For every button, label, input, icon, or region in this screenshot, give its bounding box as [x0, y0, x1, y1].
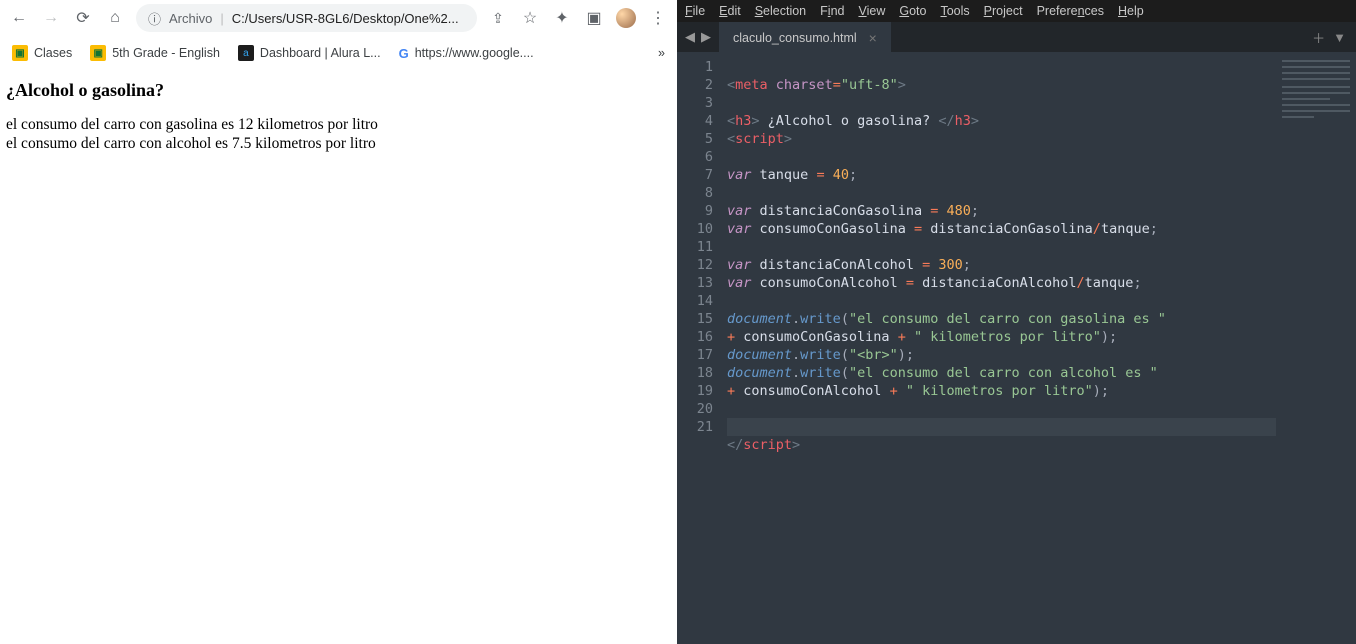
google-icon: G — [399, 46, 409, 61]
page-line-1: el consumo del carro con gasolina es 12 … — [6, 115, 671, 134]
bookmark-label: Dashboard | Alura L... — [260, 46, 381, 60]
classroom-icon — [90, 45, 106, 61]
code-editor: File Edit Selection Find View Goto Tools… — [677, 0, 1356, 644]
tab-back-icon[interactable]: ◀ — [685, 29, 695, 45]
menu-preferences[interactable]: Preferences — [1037, 4, 1104, 18]
editor-body[interactable]: 123456789101112131415161718192021 <meta … — [677, 52, 1356, 644]
address-label: Archivo — [169, 11, 212, 26]
bookmarks-overflow[interactable]: » — [658, 46, 665, 60]
editor-menubar: File Edit Selection Find View Goto Tools… — [677, 0, 1356, 22]
address-bar[interactable]: ⓘ Archivo | C:/Users/USR-8GL6/Desktop/On… — [136, 4, 477, 32]
code-area[interactable]: <meta charset="uft-8"> <h3> ¿Alcohol o g… — [723, 52, 1276, 644]
bookmark-google[interactable]: G https://www.google.... — [399, 46, 534, 61]
bookmark-alura[interactable]: Dashboard | Alura L... — [238, 45, 381, 61]
editor-tabrow: ◀ ▶ claculo_consumo.html × ＋ ▼ — [677, 22, 1356, 52]
avatar-icon[interactable] — [615, 7, 637, 29]
line-gutter: 123456789101112131415161718192021 — [677, 52, 723, 644]
menu-view[interactable]: View — [858, 4, 885, 18]
close-icon[interactable]: × — [869, 30, 877, 46]
page-heading: ¿Alcohol o gasolina? — [6, 80, 671, 101]
page-content: ¿Alcohol o gasolina? el consumo del carr… — [0, 70, 677, 644]
menu-selection[interactable]: Selection — [755, 4, 806, 18]
new-tab-icon[interactable]: ＋ — [1312, 28, 1325, 47]
bookmark-label: 5th Grade - English — [112, 46, 220, 60]
menu-tools[interactable]: Tools — [940, 4, 969, 18]
tab-forward-icon[interactable]: ▶ — [701, 29, 711, 45]
bookmarks-bar: Clases 5th Grade - English Dashboard | A… — [0, 36, 677, 70]
sidepanel-icon[interactable]: ▣ — [583, 7, 605, 29]
address-separator: | — [220, 11, 223, 26]
back-button[interactable]: ← — [8, 7, 30, 29]
menu-edit[interactable]: Edit — [719, 4, 741, 18]
minimap[interactable] — [1276, 52, 1356, 644]
tab-dropdown-icon[interactable]: ▼ — [1333, 30, 1346, 45]
info-icon: ⓘ — [148, 9, 161, 28]
forward-button[interactable]: → — [40, 7, 62, 29]
tab-history-nav: ◀ ▶ — [677, 22, 719, 52]
menu-goto[interactable]: Goto — [899, 4, 926, 18]
page-line-2: el consumo del carro con alcohol es 7.5 … — [6, 134, 671, 153]
bookmark-5th-grade[interactable]: 5th Grade - English — [90, 45, 220, 61]
menu-file[interactable]: File — [685, 4, 705, 18]
browser-toolbar: ← → ⟳ ⌂ ⓘ Archivo | C:/Users/USR-8GL6/De… — [0, 0, 677, 36]
menu-project[interactable]: Project — [984, 4, 1023, 18]
file-tab-title: claculo_consumo.html — [733, 31, 857, 45]
file-tab[interactable]: claculo_consumo.html × — [719, 22, 891, 52]
bookmark-label: https://www.google.... — [415, 46, 534, 60]
share-icon[interactable]: ⇪ — [487, 7, 509, 29]
kebab-menu[interactable]: ⋮ — [647, 7, 669, 29]
alura-icon — [238, 45, 254, 61]
home-button[interactable]: ⌂ — [104, 7, 126, 29]
extensions-icon[interactable]: ✦ — [551, 7, 573, 29]
browser-window: ← → ⟳ ⌂ ⓘ Archivo | C:/Users/USR-8GL6/De… — [0, 0, 677, 644]
classroom-icon — [12, 45, 28, 61]
address-path: C:/Users/USR-8GL6/Desktop/One%2... — [232, 11, 459, 26]
bookmark-clases[interactable]: Clases — [12, 45, 72, 61]
menu-find[interactable]: Find — [820, 4, 844, 18]
menu-help[interactable]: Help — [1118, 4, 1144, 18]
bookmark-label: Clases — [34, 46, 72, 60]
reload-button[interactable]: ⟳ — [72, 7, 94, 29]
star-icon[interactable]: ☆ — [519, 7, 541, 29]
